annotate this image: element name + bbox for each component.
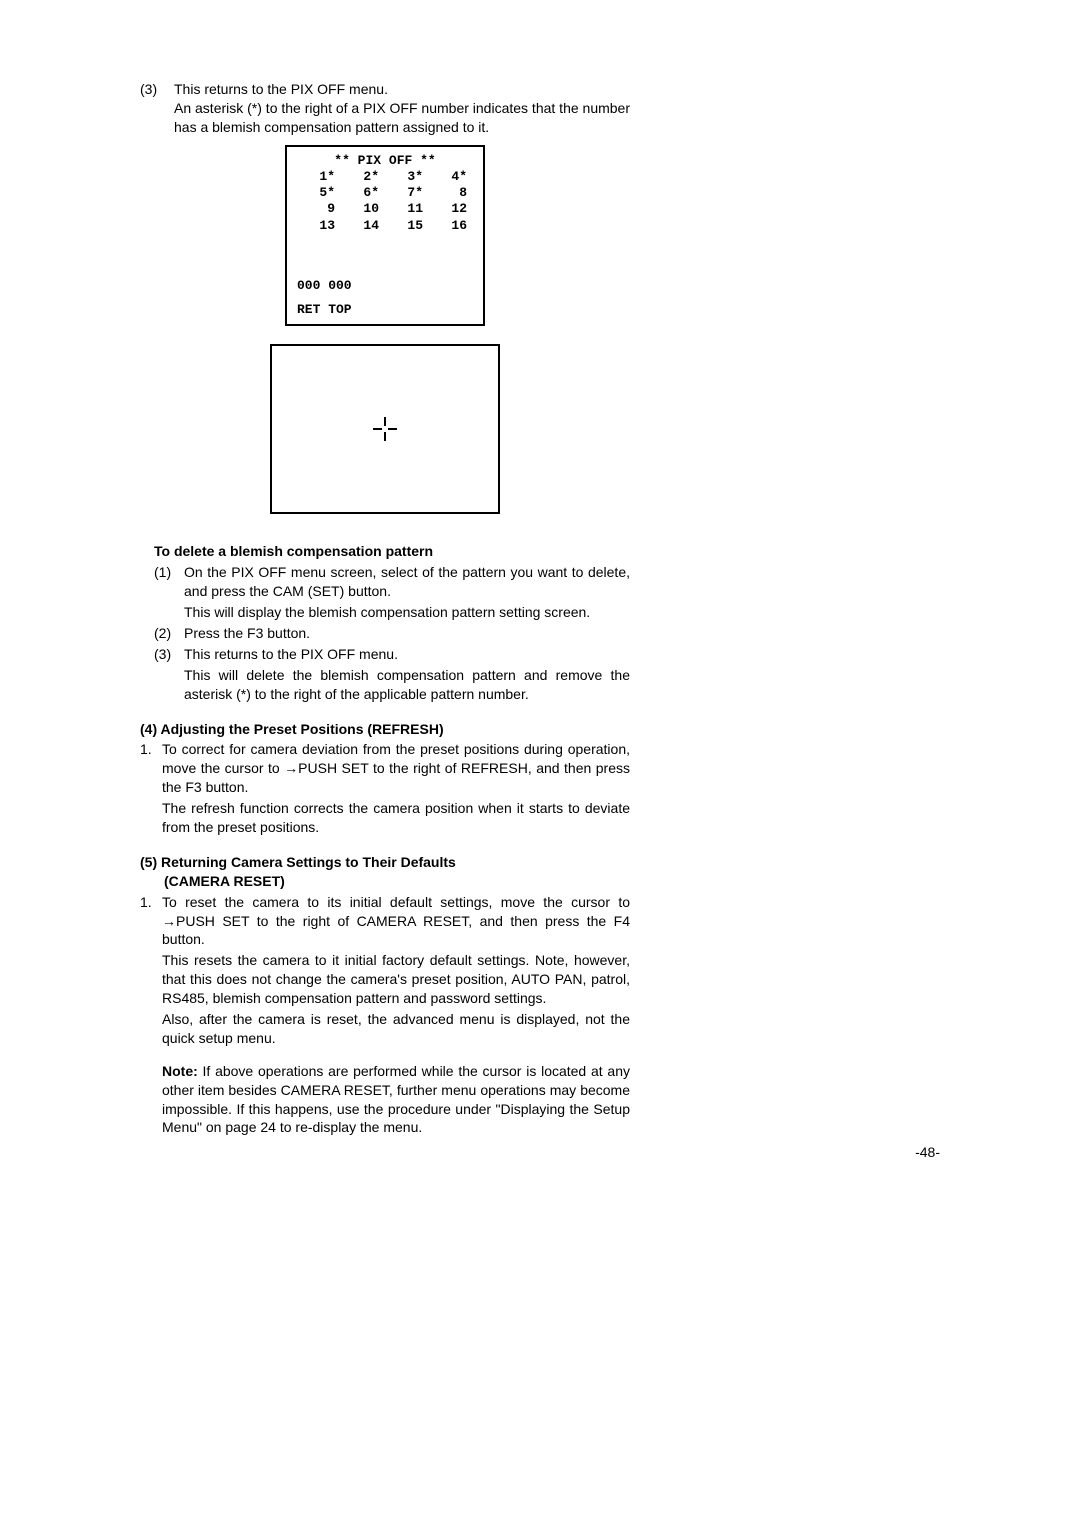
menu-cell: 8 [429,185,473,201]
text-line: This will delete the blemish compensatio… [184,666,630,704]
ret-top-text: RET TOP [297,302,473,318]
item-text: To correct for camera deviation from the… [162,740,630,836]
item-number: 1. [140,740,162,836]
item-number: 1. [140,893,162,1048]
item-number: (2) [154,624,184,643]
crosshair-icon [373,417,397,441]
menu-cell: 13 [297,218,341,234]
text-line: To correct for camera deviation from the… [162,741,630,795]
text-line: This returns to the PIX OFF menu. [174,81,388,97]
list-item: 1. To correct for camera deviation from … [140,740,630,836]
item-number: (1) [154,563,184,622]
menu-cell: 3* [385,169,429,185]
delete-section: To delete a blemish compensation pattern… [140,542,630,703]
text-line: This returns to the PIX OFF menu. [184,646,398,662]
page-number: -48- [140,1143,940,1162]
menu-cell: 6* [341,185,385,201]
menu-cell: 1* [297,169,341,185]
note-label: Note: [162,1063,198,1079]
list-item: (3) This returns to the PIX OFF menu. Th… [154,645,630,704]
list-item: 1. To reset the camera to its initial de… [140,893,630,1048]
list-item-3: (3) This returns to the PIX OFF menu. An… [140,80,630,137]
item-text: This returns to the PIX OFF menu. An ast… [174,80,630,137]
note-text: If above operations are performed while … [162,1063,630,1136]
menu-cell: 10 [341,201,385,217]
item-text: To reset the camera to its initial defau… [162,893,630,1048]
note-block: Note: If above operations are performed … [140,1062,630,1138]
menu-row: 5* 6* 7* 8 [297,185,473,201]
text-line: Also, after the camera is reset, the adv… [162,1010,630,1048]
menu-cell: 7* [385,185,429,201]
item-text: On the PIX OFF menu screen, select of th… [184,563,630,622]
item-number: (3) [140,80,174,137]
menu-title: ** PIX OFF ** [297,153,473,169]
item-number: (3) [154,645,184,704]
text-line: An asterisk (*) to the right of a PIX OF… [174,100,630,135]
item-text: This returns to the PIX OFF menu. This w… [184,645,630,704]
text-line: On the PIX OFF menu screen, select of th… [184,564,630,599]
section-heading: To delete a blemish compensation pattern [154,542,630,561]
menu-cell: 2* [341,169,385,185]
coords-text: 000 000 [297,278,473,294]
list-item: (1) On the PIX OFF menu screen, select o… [154,563,630,622]
page-content: (3) This returns to the PIX OFF menu. An… [140,80,630,1137]
menu-cell: 11 [385,201,429,217]
highlighted-cell: 1* [319,169,335,184]
section-4-heading: (4) Adjusting the Preset Positions (REFR… [140,720,630,739]
menu-cell: 14 [341,218,385,234]
menu-cell: 16 [429,218,473,234]
text-line: This will display the blemish compensati… [184,603,630,622]
menu-cell: 4* [429,169,473,185]
menu-row: 1* 2* 3* 4* [297,169,473,185]
section-5-heading: (5) Returning Camera Settings to Their D… [140,853,630,891]
heading-line: (CAMERA RESET) [140,873,285,889]
menu-cell: 5* [297,185,341,201]
crosshair-screen [270,344,500,514]
menu-row: 9 10 11 12 [297,201,473,217]
menu-cell: 12 [429,201,473,217]
heading-line: (5) Returning Camera Settings to Their D… [140,854,456,870]
text-line: The refresh function corrects the camera… [162,799,630,837]
pix-off-menu-screen: ** PIX OFF ** 1* 2* 3* 4* 5* 6* 7* 8 9 1… [285,145,485,327]
menu-cell: 9 [297,201,341,217]
item-text: Press the F3 button. [184,624,630,643]
menu-row: 13 14 15 16 [297,218,473,234]
text-line: This resets the camera to it initial fac… [162,951,630,1008]
text-line: To reset the camera to its initial defau… [162,894,630,948]
menu-cell: 15 [385,218,429,234]
list-item: (2) Press the F3 button. [154,624,630,643]
